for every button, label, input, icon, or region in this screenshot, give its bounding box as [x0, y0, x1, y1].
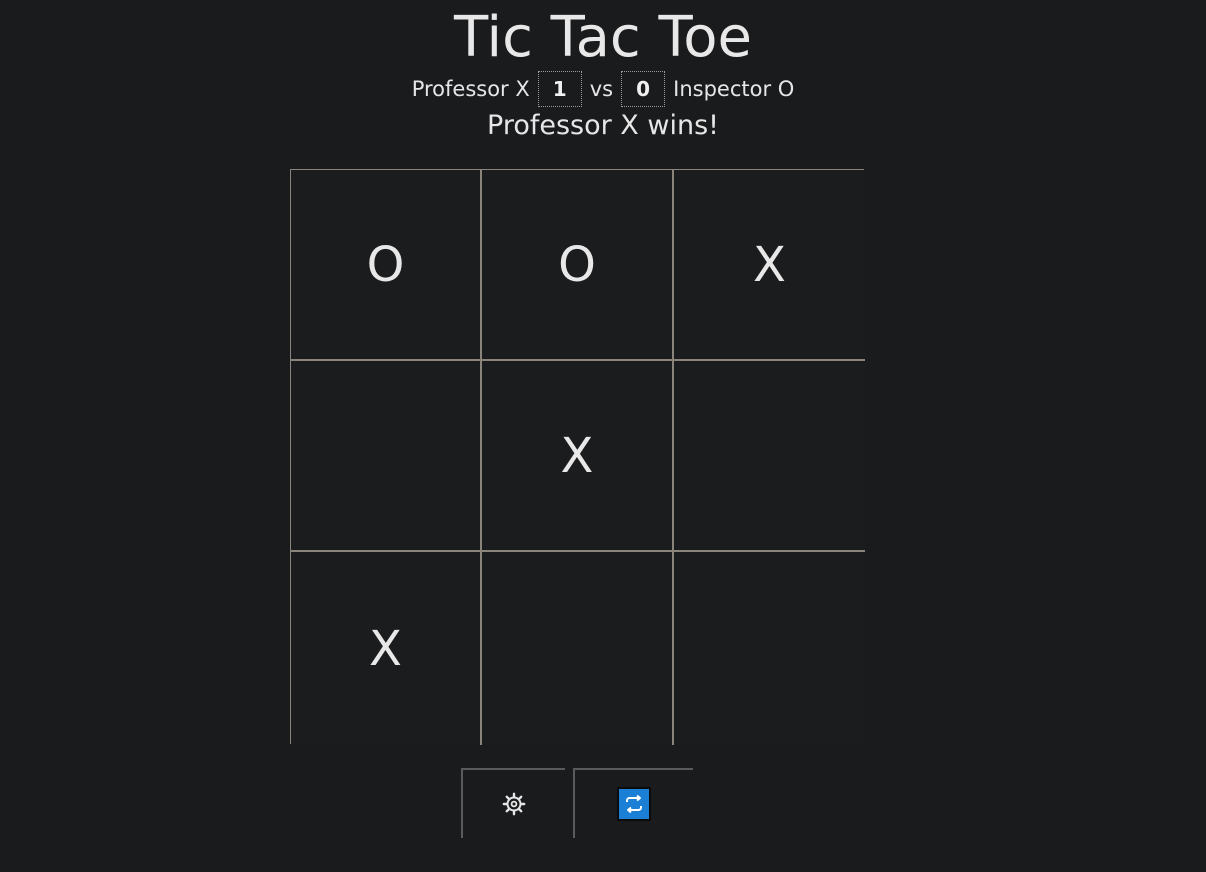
page-title: Tic Tac Toe [454, 5, 752, 70]
scoreboard: Professor X 1 vs 0 Inspector O [0, 70, 1206, 108]
restart-button[interactable] [573, 768, 693, 838]
board-cell[interactable]: X [291, 552, 482, 745]
board-cell[interactable]: O [291, 170, 482, 361]
board-cell[interactable] [674, 361, 865, 552]
game-board: O O X X X [290, 169, 865, 745]
repeat-icon [617, 787, 651, 821]
gear-icon [502, 792, 526, 816]
board-cell[interactable]: X [482, 361, 674, 552]
board-cell[interactable]: O [482, 170, 674, 361]
board-cell[interactable]: X [674, 170, 865, 361]
toolbar [461, 768, 693, 838]
game-status: Professor X wins! [487, 110, 719, 141]
tic-tac-toe-app: Tic Tac Toe Professor X 1 vs 0 Inspector… [0, 0, 1206, 872]
player-o-score: 0 [621, 71, 666, 107]
player-x-score: 1 [537, 71, 582, 107]
board-cell[interactable] [674, 552, 865, 745]
vs-label: vs [589, 77, 614, 101]
board-cell[interactable] [291, 361, 482, 552]
player-x-name: Professor X [411, 77, 530, 101]
board-cell[interactable] [482, 552, 674, 745]
settings-button[interactable] [461, 768, 565, 838]
player-o-name: Inspector O [673, 77, 795, 101]
